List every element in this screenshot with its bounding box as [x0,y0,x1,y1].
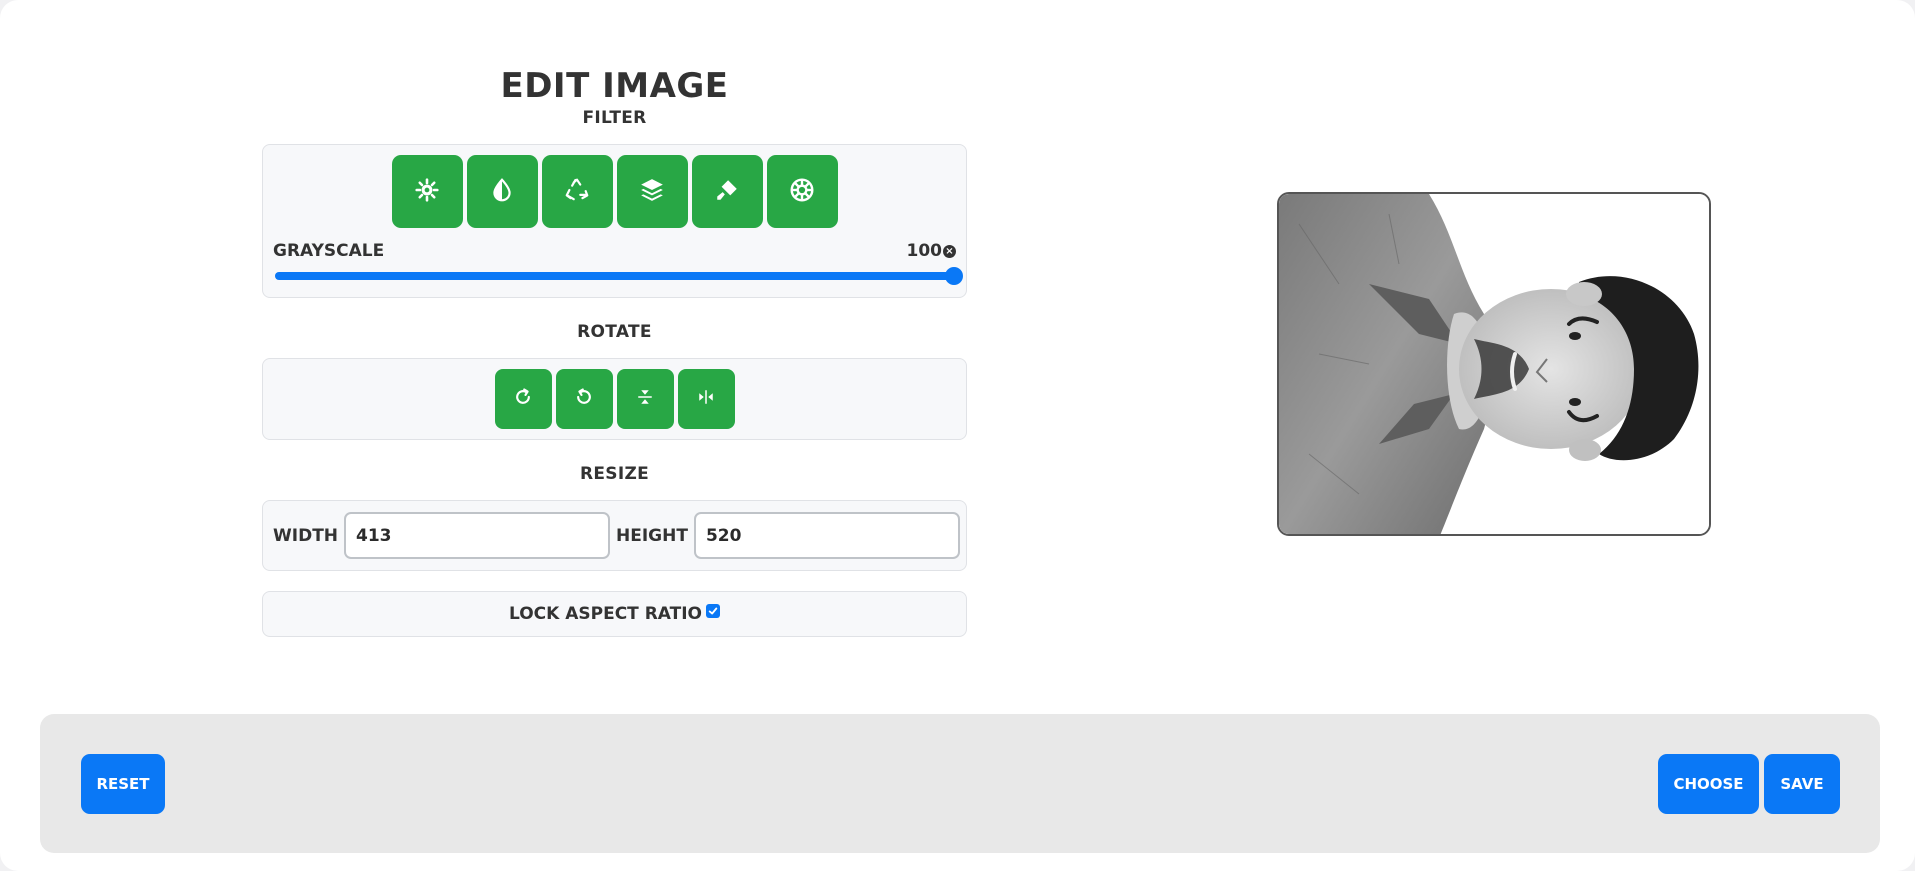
grayscale-slider-header: Grayscale 100 × [273,241,956,261]
height-input[interactable] [693,512,960,559]
recycle-icon [564,177,590,207]
width-input[interactable] [344,512,611,559]
recycle-filter-button[interactable] [541,155,613,228]
footer-bar: Reset Choose Save [40,714,1880,853]
filter-panel: Grayscale 100 × [262,144,967,298]
flip-vertical-button[interactable] [616,369,674,429]
page-title: Edit Image [500,66,729,106]
flip-horizontal-button[interactable] [677,369,735,429]
rotate-right-icon [513,387,533,411]
layers-icon [639,177,665,207]
portrait-image [1279,194,1709,534]
width-label: Width [273,525,339,546]
lock-aspect-checkbox[interactable] [706,604,720,618]
paint-roller-icon [714,177,740,207]
filter-section-label: Filter [582,108,647,128]
height-label: Height [616,525,688,546]
lock-aspect-label: Lock Aspect Ratio [508,604,702,624]
rotate-section-label: Rotate [577,322,652,342]
resize-panel: Width Height [262,500,967,571]
reset-button[interactable]: Reset [81,754,165,814]
choose-button[interactable]: Choose [1658,754,1759,814]
contrast-filter-button[interactable] [466,155,538,228]
clear-filter-icon[interactable]: × [943,244,956,258]
flip-horizontal-icon [697,388,715,410]
aperture-filter-button[interactable] [766,155,838,228]
paint-roller-filter-button[interactable] [691,155,763,228]
grayscale-slider[interactable] [275,267,963,285]
resize-section-label: Resize [579,464,649,484]
rotate-panel [262,358,967,440]
lock-aspect-panel: Lock Aspect Ratio [262,591,967,637]
filter-value: 100 × [906,241,956,261]
aperture-icon [789,177,815,207]
brightness-filter-button[interactable] [391,155,463,228]
rotate-left-button[interactable] [555,369,613,429]
editor-card: Edit Image Filter [0,0,1915,871]
image-preview [1277,192,1711,536]
brightness-icon [414,177,440,207]
editor-panel: Edit Image Filter [262,64,967,637]
contrast-icon [489,177,515,207]
grayscale-slider-fill [275,272,954,280]
grayscale-slider-thumb[interactable] [945,267,963,285]
layers-filter-button[interactable] [616,155,688,228]
filter-name-label: Grayscale [273,241,385,261]
save-button[interactable]: Save [1764,754,1840,814]
flip-vertical-icon [636,388,654,410]
filter-value-text: 100 [906,241,943,261]
rotate-left-icon [574,387,594,411]
filter-buttons [263,155,966,228]
rotate-right-button[interactable] [494,369,552,429]
